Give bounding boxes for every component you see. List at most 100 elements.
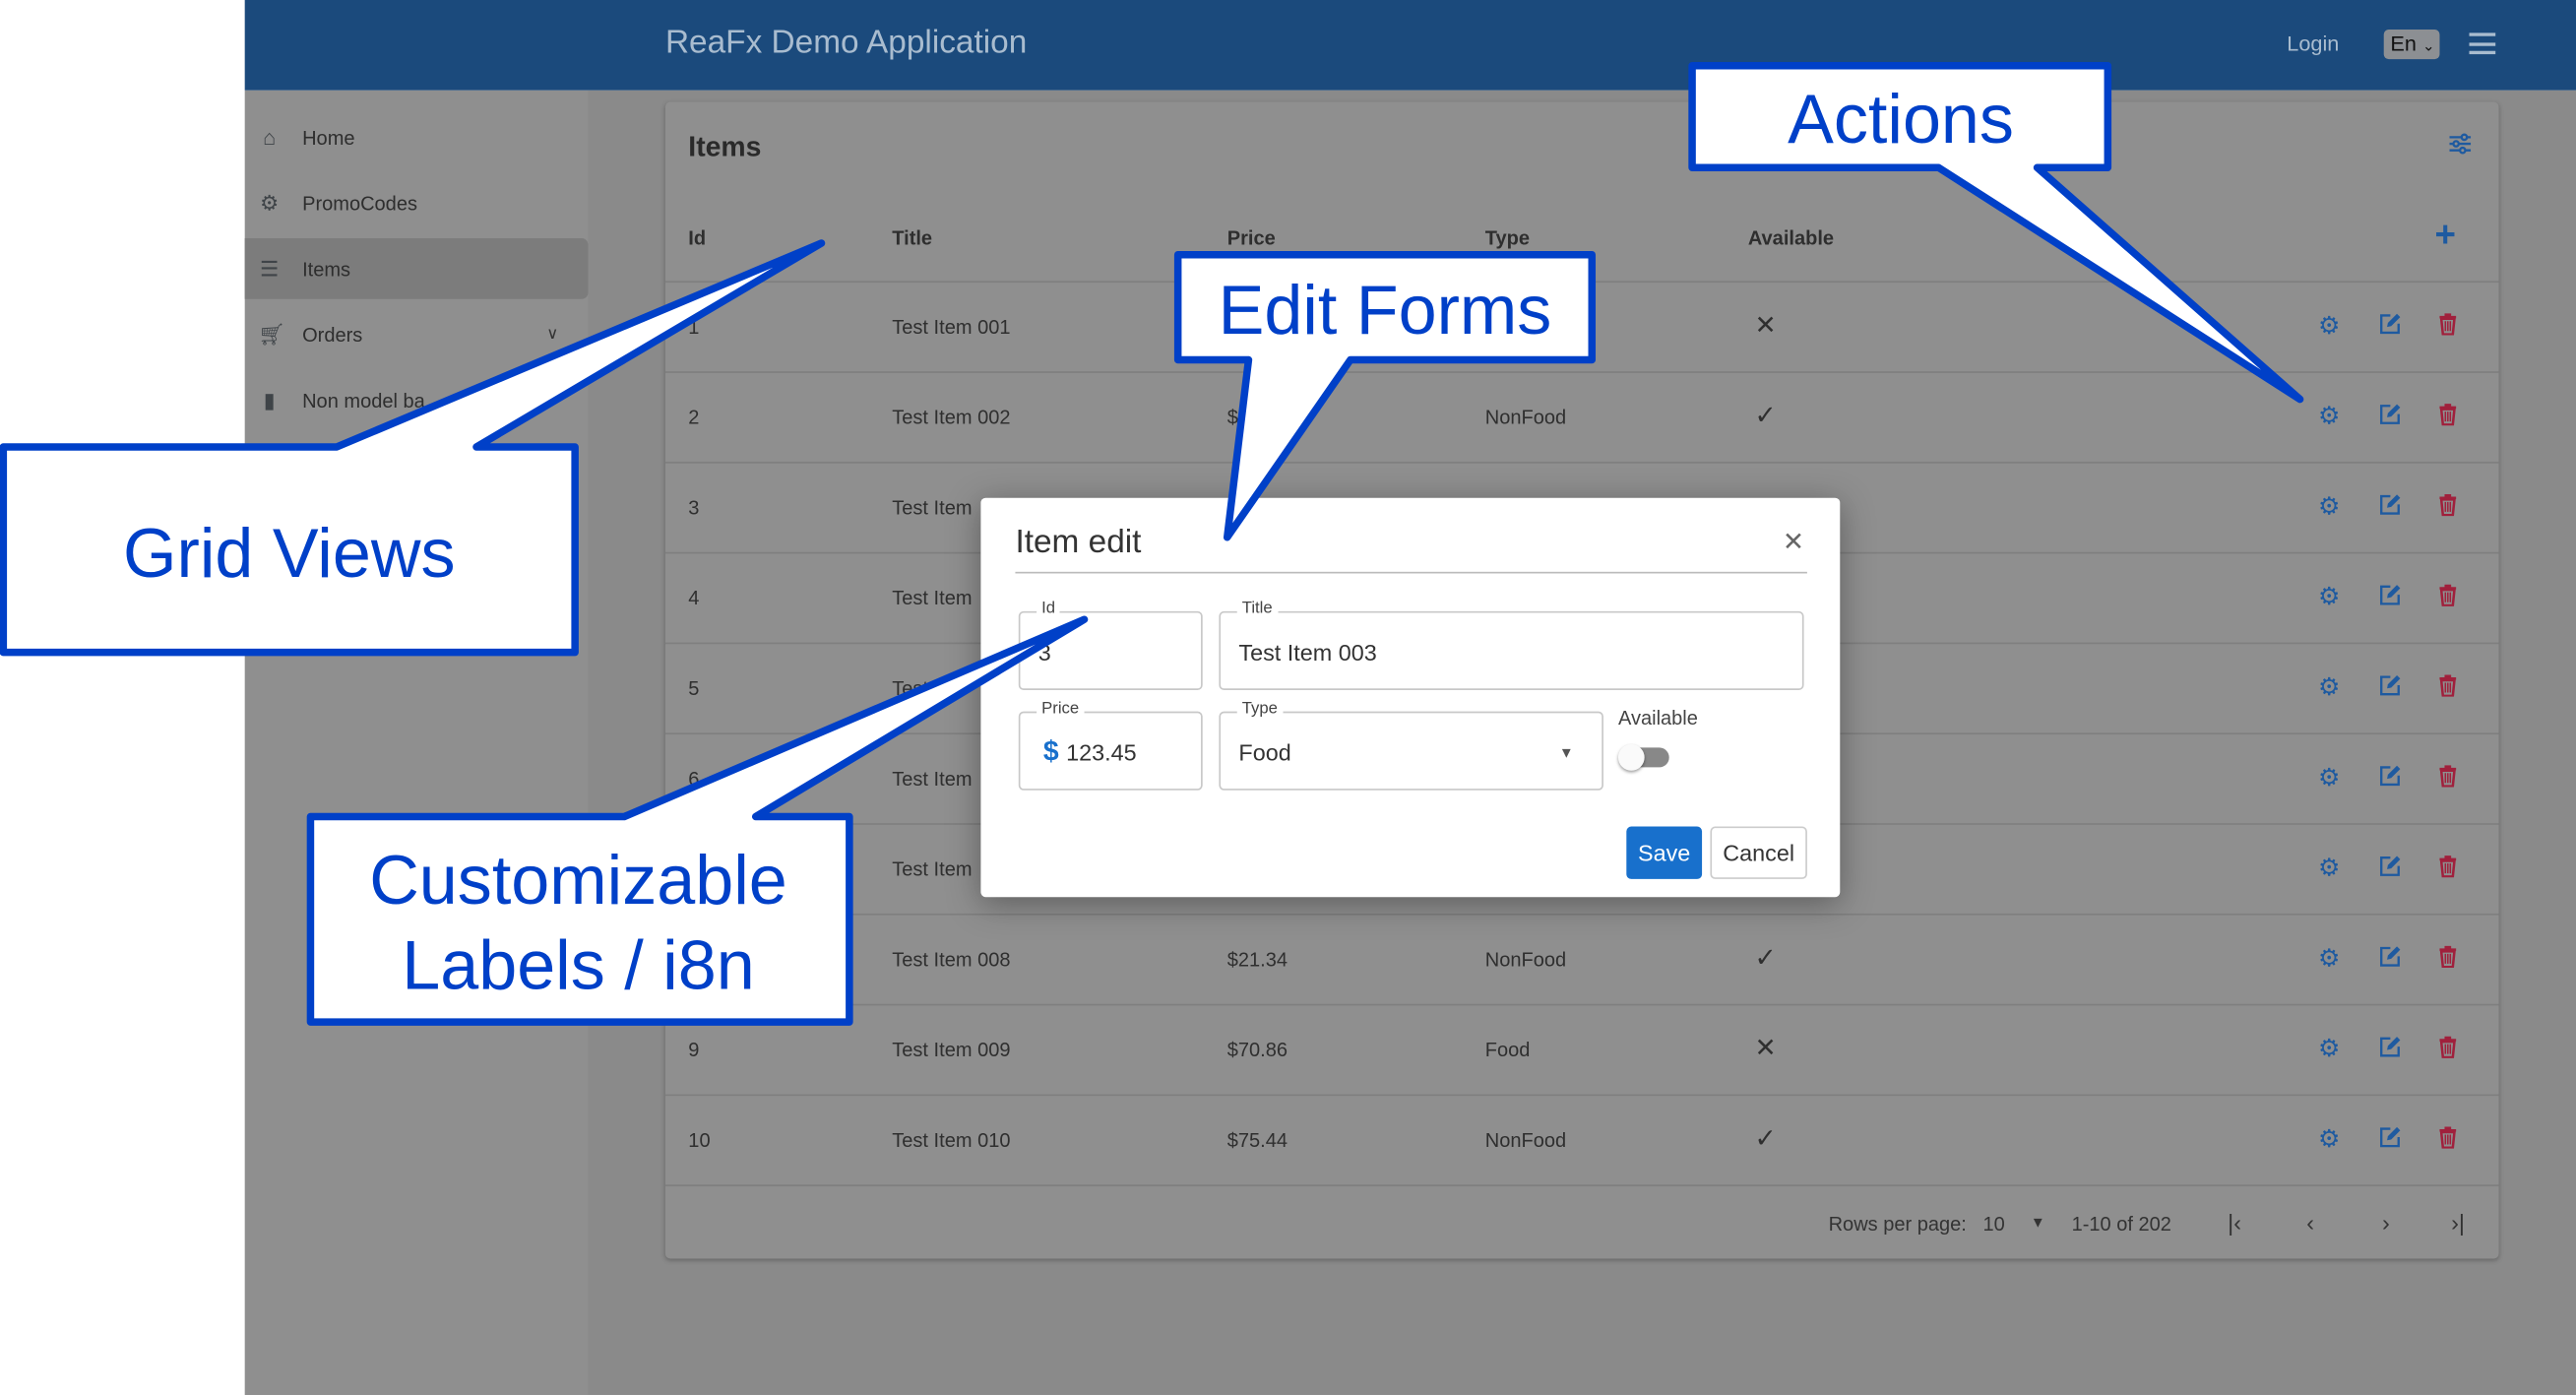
login-link[interactable]: Login <box>2287 32 2339 56</box>
settings-gear-icon[interactable]: ⚙ <box>2318 1034 2340 1062</box>
close-icon[interactable]: ✕ <box>1783 526 1804 558</box>
edit-icon[interactable] <box>2379 1125 2402 1153</box>
cell-title: Test Item <box>892 586 973 610</box>
column-header-price[interactable]: Price <box>1227 226 1276 249</box>
edit-icon[interactable] <box>2379 945 2402 973</box>
delete-icon[interactable] <box>2438 1125 2458 1153</box>
cell-title: Test Item 001 <box>892 315 1011 339</box>
settings-gear-icon[interactable]: ⚙ <box>2318 943 2340 973</box>
grid-icon: ☰ <box>259 255 280 281</box>
settings-gear-icon[interactable]: ⚙ <box>2318 491 2340 521</box>
rows-per-page-select[interactable]: 10 <box>1982 1213 2004 1236</box>
grid-title: Items <box>688 131 762 163</box>
app-title: ReaFx Demo Application <box>664 25 1028 61</box>
cell-title: Test Item <box>892 496 973 520</box>
table-row[interactable]: 1 Test Item 001 ✕ ⚙ <box>664 281 2499 372</box>
edit-icon[interactable] <box>2379 583 2402 610</box>
sidebar-item-items[interactable]: ☰ Items <box>244 238 589 299</box>
cell-title: Test Item <box>892 857 973 881</box>
sidebar-item-non-model[interactable]: ▮ Non model ba <box>245 370 589 431</box>
cell-price: $ <box>1226 406 1238 429</box>
delete-icon[interactable] <box>2438 764 2458 792</box>
caret-down-icon[interactable]: ▼ <box>2031 1214 2045 1231</box>
settings-gear-icon[interactable]: ⚙ <box>2318 1124 2340 1153</box>
delete-icon[interactable] <box>2438 673 2458 701</box>
column-header-title[interactable]: Title <box>892 226 932 249</box>
filter-settings-icon[interactable] <box>2449 133 2472 155</box>
column-header-type[interactable]: Type <box>1485 226 1530 249</box>
check-icon: ✓ <box>1754 1125 1777 1154</box>
chevron-down-icon: ∨ <box>546 325 559 344</box>
chevron-down-icon: ⌄ <box>2421 37 2435 55</box>
page-range: 1-10 of 202 <box>2071 1212 2171 1236</box>
sidebar-item-promocodes[interactable]: ⚙ PromoCodes <box>245 172 589 233</box>
cell-id: 4 <box>688 586 700 610</box>
last-page-icon[interactable]: ›| <box>2451 1209 2465 1236</box>
left-blank-area <box>0 0 245 1395</box>
cell-price: $75.44 <box>1226 1128 1288 1152</box>
title-field[interactable]: Title Test Item 003 <box>1219 600 1804 690</box>
edit-icon[interactable] <box>2379 855 2402 882</box>
table-row[interactable]: 9 Test Item 009 $70.86 Food ✕ ⚙ <box>664 1003 2499 1096</box>
cell-id: 1 <box>688 315 700 339</box>
sidebar-item-orders[interactable]: 🛒︎ Orders ∨ <box>245 304 589 365</box>
delete-icon[interactable] <box>2438 1035 2458 1062</box>
dollar-icon: $ <box>1042 735 1059 768</box>
edit-icon[interactable] <box>2379 493 2402 521</box>
cell-title: Test <box>892 676 929 700</box>
save-button[interactable]: Save <box>1626 826 1703 879</box>
cancel-button[interactable]: Cancel <box>1710 826 1807 879</box>
settings-gear-icon[interactable]: ⚙ <box>2318 401 2340 430</box>
cell-type: NonFood <box>1484 948 1567 972</box>
column-header-id[interactable]: Id <box>688 226 706 249</box>
cell-id: 9 <box>688 1038 700 1062</box>
cell-id: 2 <box>688 406 700 429</box>
add-item-button[interactable]: + <box>2434 214 2455 256</box>
column-header-available[interactable]: Available <box>1748 226 1834 249</box>
next-page-icon[interactable]: › <box>2382 1209 2390 1236</box>
edit-icon[interactable] <box>2379 764 2402 792</box>
cell-id: 10 <box>688 1128 711 1152</box>
settings-gear-icon[interactable]: ⚙ <box>2318 672 2340 701</box>
sidebar-item-label: PromoCodes <box>302 191 417 215</box>
delete-icon[interactable] <box>2438 403 2458 430</box>
table-row[interactable]: 2 Test Item 002 $ NonFood ✓ ⚙ <box>664 371 2499 463</box>
item-edit-dialog: Item edit ✕ Id 3 Title Test Item 003 Pri… <box>980 497 1841 898</box>
edit-icon[interactable] <box>2379 403 2402 430</box>
table-row[interactable]: 10 Test Item 010 $75.44 NonFood ✓ ⚙ <box>664 1094 2499 1186</box>
app-header: ReaFx Demo Application Login En ⌄ <box>244 0 2576 91</box>
sidebar: ⌂ Home ⚙ PromoCodes ☰ Items 🛒︎ Orders ∨ ▮ Non … <box>244 90 589 1395</box>
cell-title: Test Item 009 <box>892 1038 1011 1062</box>
edit-icon[interactable] <box>2379 1035 2402 1062</box>
cell-id: 8 <box>688 948 700 972</box>
delete-icon[interactable] <box>2438 855 2458 882</box>
delete-icon[interactable] <box>2438 493 2458 521</box>
settings-gear-icon[interactable]: ⚙ <box>2318 582 2340 610</box>
price-field[interactable]: Price $ 123.45 <box>1018 699 1203 791</box>
settings-gear-icon[interactable]: ⚙ <box>2318 853 2340 882</box>
table-row[interactable]: 8 Test Item 008 $21.34 NonFood ✓ ⚙ <box>664 913 2499 1005</box>
settings-gear-icon[interactable]: ⚙ <box>2318 310 2340 340</box>
delete-icon[interactable] <box>2438 945 2458 973</box>
edit-icon[interactable] <box>2379 673 2402 701</box>
price-value: 123.45 <box>1066 739 1137 766</box>
delete-icon[interactable] <box>2438 583 2458 610</box>
cell-title: Test Item 010 <box>892 1128 1011 1152</box>
cell-price: $70.86 <box>1226 1038 1288 1062</box>
sidebar-item-label: Orders <box>302 322 363 347</box>
type-select[interactable]: Type Food ▼ <box>1219 699 1603 791</box>
language-select[interactable]: En ⌄ <box>2383 30 2440 60</box>
id-field[interactable]: Id 3 <box>1018 600 1203 690</box>
cell-title: Test Item 002 <box>892 406 1011 429</box>
available-label: Available <box>1617 706 1698 730</box>
rows-per-page-label: Rows per page: <box>1828 1212 1967 1236</box>
cart-icon: 🛒︎ <box>258 321 285 347</box>
settings-gear-icon[interactable]: ⚙ <box>2318 762 2340 792</box>
sidebar-item-home[interactable]: ⌂ Home <box>245 106 589 167</box>
delete-icon[interactable] <box>2438 312 2458 340</box>
menu-icon[interactable] <box>2469 32 2496 55</box>
first-page-icon[interactable]: |‹ <box>2228 1209 2241 1236</box>
available-toggle[interactable] <box>1617 744 1669 771</box>
previous-page-icon[interactable]: ‹ <box>2306 1209 2314 1236</box>
edit-icon[interactable] <box>2379 312 2402 340</box>
